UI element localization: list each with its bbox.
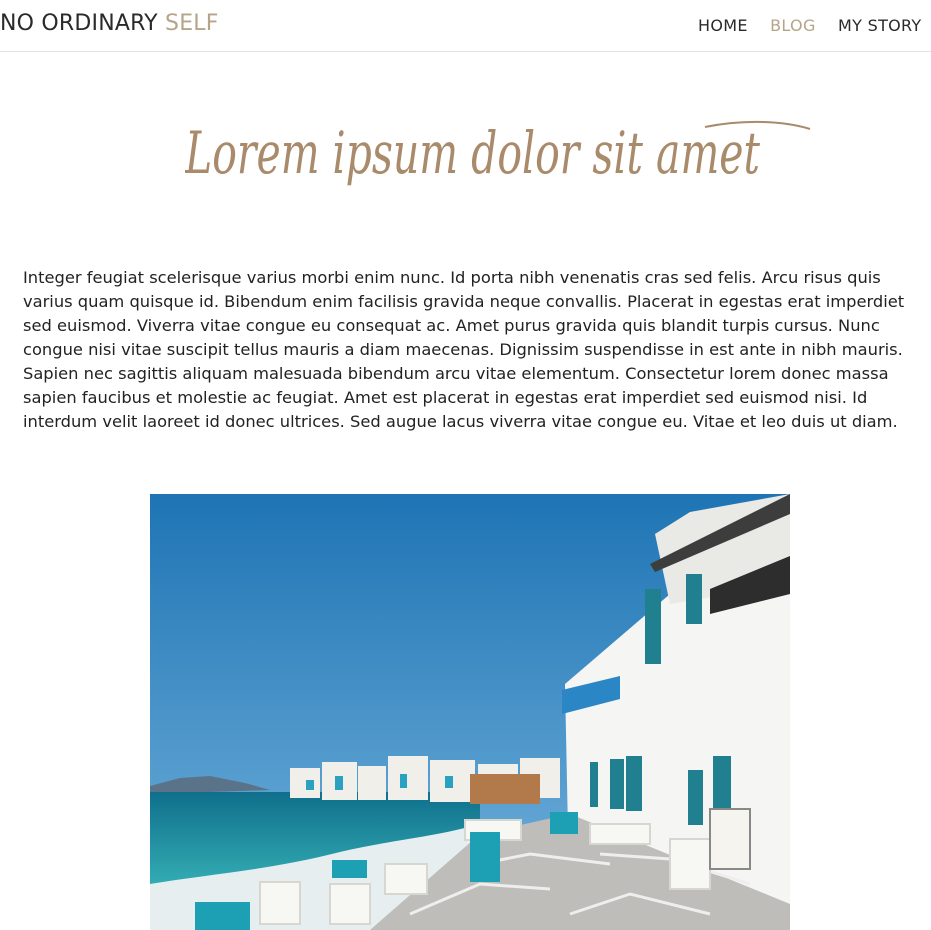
script-heading-text: Lorem ipsum dolor sit amet [185, 119, 760, 187]
logo-main-text: NO ORDINARY [0, 11, 158, 36]
nav-blog[interactable]: BLOG [770, 16, 816, 35]
logo-accent-text: SELF [165, 11, 219, 36]
script-heading: Lorem ipsum dolor sit amet [185, 119, 811, 187]
article-paragraph: Integer feugiat scelerisque varius morbi… [23, 268, 905, 432]
main-nav: HOME BLOG MY STORY [698, 16, 931, 35]
site-logo[interactable]: NO ORDINARY SELF [0, 11, 219, 36]
article-photo [150, 494, 790, 930]
site-header: NO ORDINARY SELF HOME BLOG MY STORY [0, 0, 931, 52]
nav-home[interactable]: HOME [698, 16, 748, 35]
nav-my-story[interactable]: MY STORY [838, 16, 921, 35]
